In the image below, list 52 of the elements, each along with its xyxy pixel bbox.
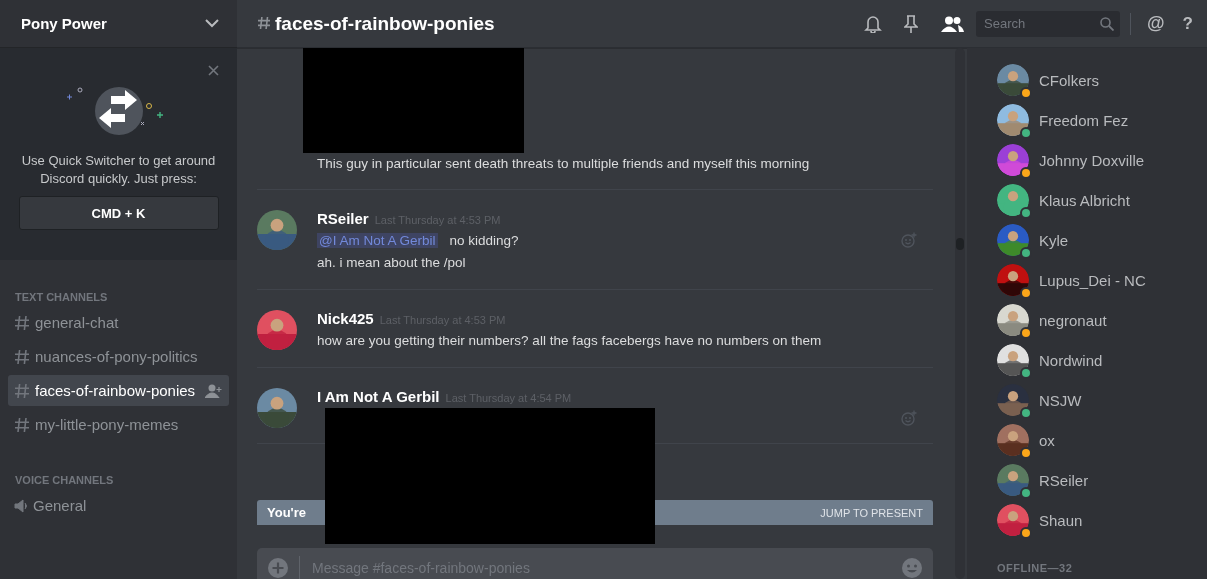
add-member-icon[interactable]	[205, 383, 223, 398]
hash-icon	[14, 348, 30, 365]
member-name[interactable]: Nordwind	[1039, 351, 1103, 369]
speaker-icon	[14, 498, 28, 513]
channel-item[interactable]: nuances-of-pony-politics	[8, 341, 229, 372]
shortcut-button[interactable]: CMD + K	[18, 196, 219, 230]
add-icon[interactable]	[267, 557, 289, 579]
message-text: ah. i mean about the /pol	[317, 254, 467, 272]
message-text: how are you getting their numbers? all the fags facebergs have no numbers on them	[317, 332, 823, 350]
hash-icon	[14, 416, 30, 433]
author-name[interactable]: RSeiler	[317, 210, 369, 227]
member-name[interactable]: NSJW	[1039, 391, 1082, 409]
add-reaction-icon[interactable]	[901, 410, 917, 426]
pin-icon[interactable]	[904, 14, 919, 33]
message-text: no kidding?	[449, 233, 519, 248]
member-name[interactable]: Shaun	[1039, 511, 1083, 529]
member-name[interactable]: ox	[1039, 431, 1055, 449]
member-name[interactable]: Johnny Doxville	[1039, 151, 1145, 169]
hash-icon	[14, 314, 30, 331]
channel-item[interactable]: faces-of-rainbow-ponies	[8, 375, 229, 406]
channel-item[interactable]: General	[8, 490, 229, 521]
server-name: Pony Power	[21, 15, 107, 32]
members-icon[interactable]	[940, 15, 965, 32]
member-name[interactable]: RSeiler	[1039, 471, 1089, 489]
channel-item[interactable]: my-little-pony-memes	[8, 409, 229, 440]
hash-icon	[14, 382, 30, 399]
author-name[interactable]: Nick425	[317, 310, 374, 327]
history-notice: You're	[267, 505, 306, 520]
member-name[interactable]: Klaus Albricht	[1039, 191, 1130, 209]
search-field[interactable]: Search	[976, 10, 1121, 37]
add-reaction-icon[interactable]	[901, 232, 917, 248]
search-input[interactable]: Search	[982, 15, 1097, 32]
member-name[interactable]: Freedom Fez	[1039, 111, 1129, 129]
author-name[interactable]: I Am Not A Gerbil	[317, 388, 440, 405]
mentions-button[interactable]: @	[1147, 13, 1165, 34]
message-text: This guy in particular sent death threats to multiple friends and myself this morning	[317, 155, 811, 173]
channel-item[interactable]: general-chat	[8, 307, 229, 338]
emoji-icon[interactable]	[901, 557, 923, 579]
close-icon[interactable]	[208, 65, 219, 76]
hash-icon	[257, 15, 271, 32]
chevron-icon	[205, 19, 219, 28]
member-name[interactable]: Lupus_Dei - NC	[1039, 271, 1146, 289]
scrollbar-thumb[interactable]	[956, 238, 964, 250]
bell-icon[interactable]	[864, 14, 883, 33]
member-group-title: OFFLINE—32	[997, 562, 1074, 574]
member-name[interactable]: Kyle	[1039, 231, 1069, 249]
member-name[interactable]: CFolkers	[1039, 71, 1099, 89]
channel-title: faces-of-rainbow-ponies	[275, 12, 495, 35]
member-name[interactable]: negronaut	[1039, 311, 1107, 329]
quick-switcher-hint: Use Quick Switcher to get around Discord quickly. Just press:	[20, 152, 217, 188]
search-icon	[1100, 16, 1115, 31]
help-button[interactable]: ?	[1182, 13, 1193, 34]
